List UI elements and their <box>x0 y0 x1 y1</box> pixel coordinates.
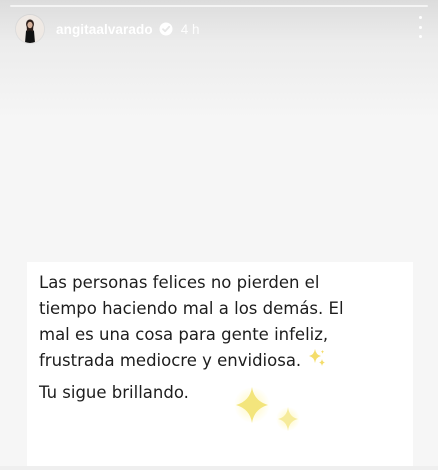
story-text-card: Las personas felices no pierden el tiemp… <box>27 262 413 470</box>
story-closing: Tu sigue brillando. <box>39 383 189 402</box>
sparkles-icon <box>309 349 326 366</box>
avatar-image <box>16 15 44 43</box>
bottom-strip <box>0 466 438 470</box>
story-line-2: tiempo haciendo mal a los demás. El <box>39 299 344 318</box>
story-header: angitaalvarado 4 h <box>16 12 422 46</box>
avatar[interactable] <box>16 15 44 43</box>
story-viewer: angitaalvarado 4 h Las personas felices … <box>0 0 438 470</box>
story-line-3: mal es una cosa para gente infeliz, <box>39 325 329 344</box>
sparkles-sticker[interactable] <box>232 383 312 443</box>
verified-badge-icon <box>159 22 173 36</box>
story-line-4: frustrada mediocre y envidiosa. <box>39 351 302 370</box>
post-time: 4 h <box>180 21 200 37</box>
story-progress-bar <box>10 5 428 7</box>
story-line-4-wrapper: frustrada mediocre y envidiosa. <box>39 348 409 374</box>
more-options-icon[interactable] <box>416 16 424 38</box>
story-text: Las personas felices no pierden el tiemp… <box>39 270 409 406</box>
story-line-1: Las personas felices no pierden el <box>39 273 320 292</box>
username[interactable]: angitaalvarado <box>56 22 153 37</box>
